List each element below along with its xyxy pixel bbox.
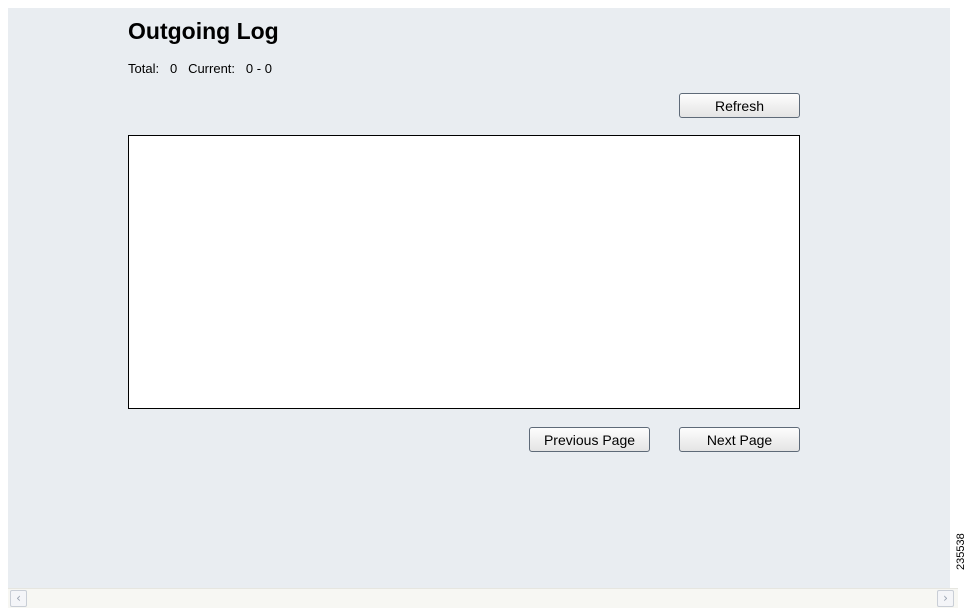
total-value: 0 — [169, 61, 178, 76]
previous-page-button[interactable]: Previous Page — [529, 427, 650, 452]
horizontal-scrollbar[interactable]: ‹ › — [8, 588, 958, 608]
current-range: 0 - 0 — [245, 61, 272, 76]
log-display-area — [128, 135, 800, 409]
figure-id: 235538 — [955, 533, 967, 570]
current-label: Current: — [188, 61, 236, 76]
page-panel: Outgoing Log Total: 0 Current: 0 - 0 Ref… — [8, 8, 950, 588]
page-title: Outgoing Log — [128, 18, 279, 44]
total-label: Total: — [128, 61, 160, 76]
chevron-left-icon[interactable]: ‹ — [10, 590, 27, 607]
chevron-right-icon[interactable]: › — [937, 590, 954, 607]
refresh-button[interactable]: Refresh — [679, 93, 800, 118]
log-counter: Total: 0 Current: 0 - 0 — [128, 61, 272, 76]
next-page-button[interactable]: Next Page — [679, 427, 800, 452]
